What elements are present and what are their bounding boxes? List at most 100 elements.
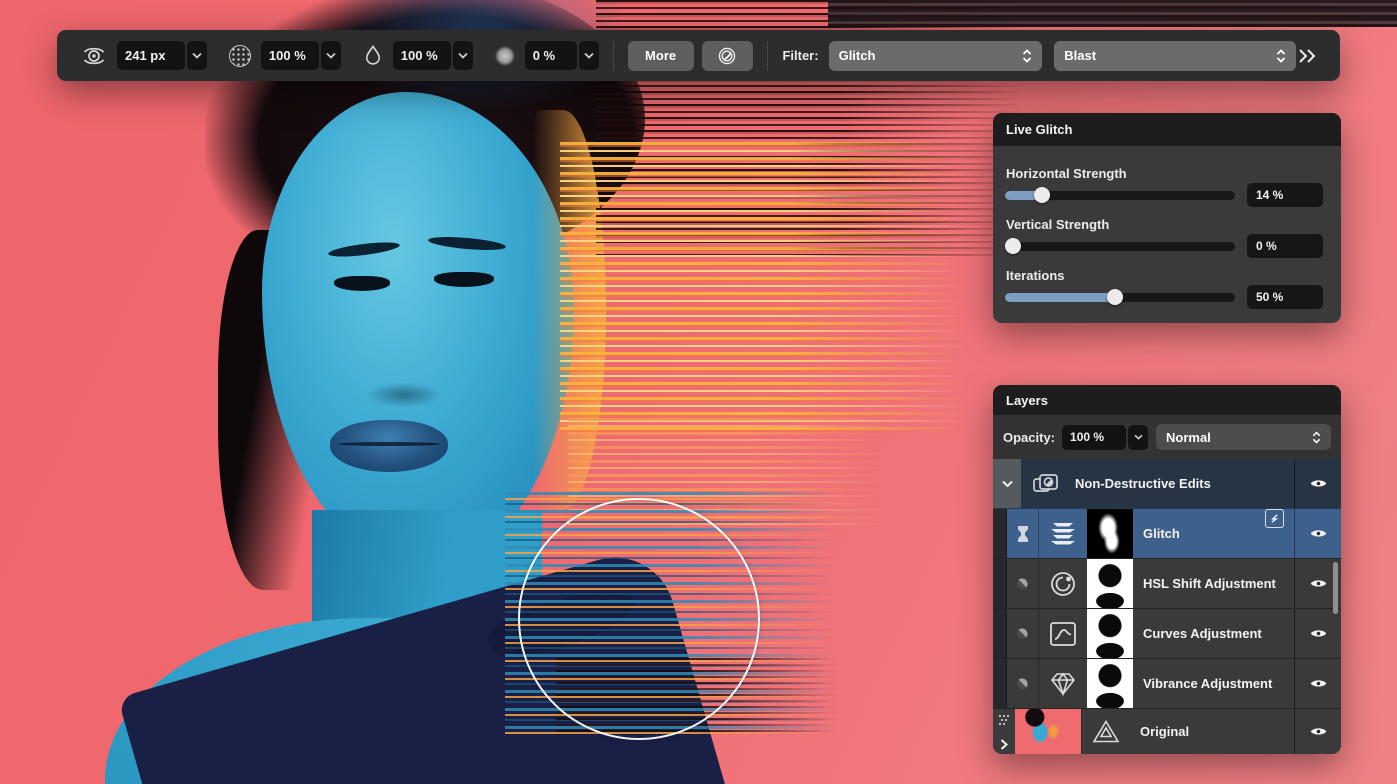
shape-dropdown[interactable] [579, 41, 599, 70]
visibility-toggle[interactable] [1294, 659, 1341, 708]
hsl-dial-icon [1038, 559, 1087, 608]
filter-select[interactable]: Glitch [829, 41, 1043, 71]
group-expand-toggle[interactable] [993, 459, 1021, 508]
toolbar-separator [613, 41, 614, 71]
brush-size-dropdown[interactable] [187, 41, 207, 70]
iterations-value[interactable]: 50 % [1247, 285, 1323, 309]
layer-row-glitch[interactable]: Glitch [993, 508, 1341, 558]
visibility-toggle[interactable] [1294, 509, 1341, 558]
toolbar-separator-2 [767, 41, 768, 71]
slider-thumb[interactable] [1107, 289, 1123, 305]
flow-field[interactable]: 100 % [393, 41, 451, 70]
eye-icon [1310, 678, 1327, 689]
app-window: 241 px 100 % 100 % 0 % [0, 0, 1397, 784]
original-row-gutter [993, 709, 1015, 754]
live-glitch-panel: Live Glitch Horizontal Strength 14 % Ver… [993, 113, 1341, 323]
vibrance-mask-thumbnail[interactable] [1087, 659, 1133, 708]
layer-row-hsl[interactable]: HSL Shift Adjustment [993, 558, 1341, 608]
live-glitch-panel-title: Live Glitch [993, 113, 1341, 146]
layer-name: HSL Shift Adjustment [1133, 559, 1294, 608]
layer-list: Non-Destructive Edits [993, 459, 1341, 754]
flow-dropdown[interactable] [453, 41, 473, 70]
preset-select[interactable]: Blast [1054, 41, 1296, 71]
brush-width-icon [81, 43, 107, 69]
vertical-strength-value[interactable]: 0 % [1247, 234, 1323, 258]
layer-name: Vibrance Adjustment [1133, 659, 1294, 708]
layer-name: Original [1130, 709, 1294, 754]
live-filter-badge [1265, 509, 1284, 528]
layer-row-curves[interactable]: Curves Adjustment [993, 608, 1341, 658]
slider-thumb[interactable] [1005, 238, 1021, 254]
updown-chevrons-icon [1312, 431, 1321, 444]
half-sphere-icon [1007, 559, 1038, 608]
brush-size-field[interactable]: 241 px [117, 41, 185, 70]
group-icon [1021, 459, 1069, 508]
eye-icon [1310, 478, 1327, 489]
halftone-hardness-icon [229, 45, 251, 67]
filter-label: Filter: [782, 48, 818, 63]
layer-row-vibrance[interactable]: Vibrance Adjustment [993, 658, 1341, 708]
blend-mode-select[interactable]: Normal [1156, 424, 1331, 450]
updown-chevrons-icon [1276, 49, 1286, 63]
visibility-toggle[interactable] [1294, 709, 1341, 754]
portrait-nose-shadow [366, 382, 442, 408]
eye-icon [1310, 628, 1327, 639]
chevron-down-icon [1002, 480, 1013, 488]
overflow-chevrons-icon[interactable] [1296, 48, 1318, 64]
horizontal-strength-slider[interactable] [1005, 184, 1235, 206]
group-indent [993, 609, 1007, 658]
portrait-eye-left [334, 276, 390, 291]
chevron-right-icon[interactable] [1000, 739, 1008, 750]
half-sphere-icon [1007, 659, 1038, 708]
horizontal-strength-value[interactable]: 14 % [1247, 183, 1323, 207]
layer-name: Non-Destructive Edits [1069, 459, 1294, 508]
layer-row-original[interactable]: Original [993, 708, 1341, 754]
visibility-toggle[interactable] [1294, 609, 1341, 658]
horizontal-strength-label: Horizontal Strength [1006, 166, 1329, 181]
group-indent [993, 509, 1007, 558]
portrait-eye-right [434, 272, 494, 287]
vertical-strength-label: Vertical Strength [1006, 217, 1329, 232]
brush-cursor[interactable] [518, 498, 760, 740]
iterations-slider[interactable] [1005, 286, 1235, 308]
hourglass-icon [1007, 509, 1038, 558]
opacity-dropdown[interactable] [1128, 425, 1148, 450]
hardness-field[interactable]: 100 % [261, 41, 319, 70]
opacity-label: Opacity: [1003, 430, 1055, 445]
glitch-mask-thumbnail[interactable] [1087, 509, 1133, 558]
eye-icon [1310, 578, 1327, 589]
group-indent [993, 559, 1007, 608]
glitch-streaks-top-edge [828, 0, 1397, 27]
portrait-lip-line [338, 442, 440, 446]
brush-preset-icon [716, 45, 738, 67]
layers-controls: Opacity: 100 % Normal [993, 415, 1341, 459]
hsl-mask-thumbnail[interactable] [1087, 559, 1133, 608]
glitch-stack-icon [1038, 509, 1087, 558]
flow-droplet-icon [363, 45, 383, 67]
layer-row-group[interactable]: Non-Destructive Edits [993, 459, 1341, 508]
portrait-lips [330, 420, 448, 472]
layers-panel: Layers Opacity: 100 % Normal [993, 385, 1341, 754]
updown-chevrons-icon [1022, 49, 1032, 63]
eye-icon [1310, 726, 1327, 737]
glitch-streaks-orange [560, 142, 980, 434]
opacity-field[interactable]: 100 % [1062, 425, 1126, 450]
layer-name: Glitch [1133, 509, 1265, 558]
curves-mask-thumbnail[interactable] [1087, 609, 1133, 658]
visibility-toggle[interactable] [1294, 459, 1341, 508]
layers-scrollbar[interactable] [1333, 562, 1338, 614]
vibrance-gem-icon [1038, 659, 1087, 708]
eye-icon [1310, 528, 1327, 539]
triangle-icon [1081, 709, 1130, 754]
hardness-dropdown[interactable] [321, 41, 341, 70]
vertical-strength-slider[interactable] [1005, 235, 1235, 257]
group-indent [993, 659, 1007, 708]
more-button[interactable]: More [628, 41, 694, 71]
brush-preset-button[interactable] [702, 41, 754, 71]
shape-field[interactable]: 0 % [525, 41, 577, 70]
context-toolbar: 241 px 100 % 100 % 0 % [57, 30, 1340, 81]
slider-thumb[interactable] [1034, 187, 1050, 203]
original-thumbnail[interactable] [1015, 709, 1081, 754]
curves-icon [1038, 609, 1087, 658]
layers-panel-title: Layers [993, 385, 1341, 415]
